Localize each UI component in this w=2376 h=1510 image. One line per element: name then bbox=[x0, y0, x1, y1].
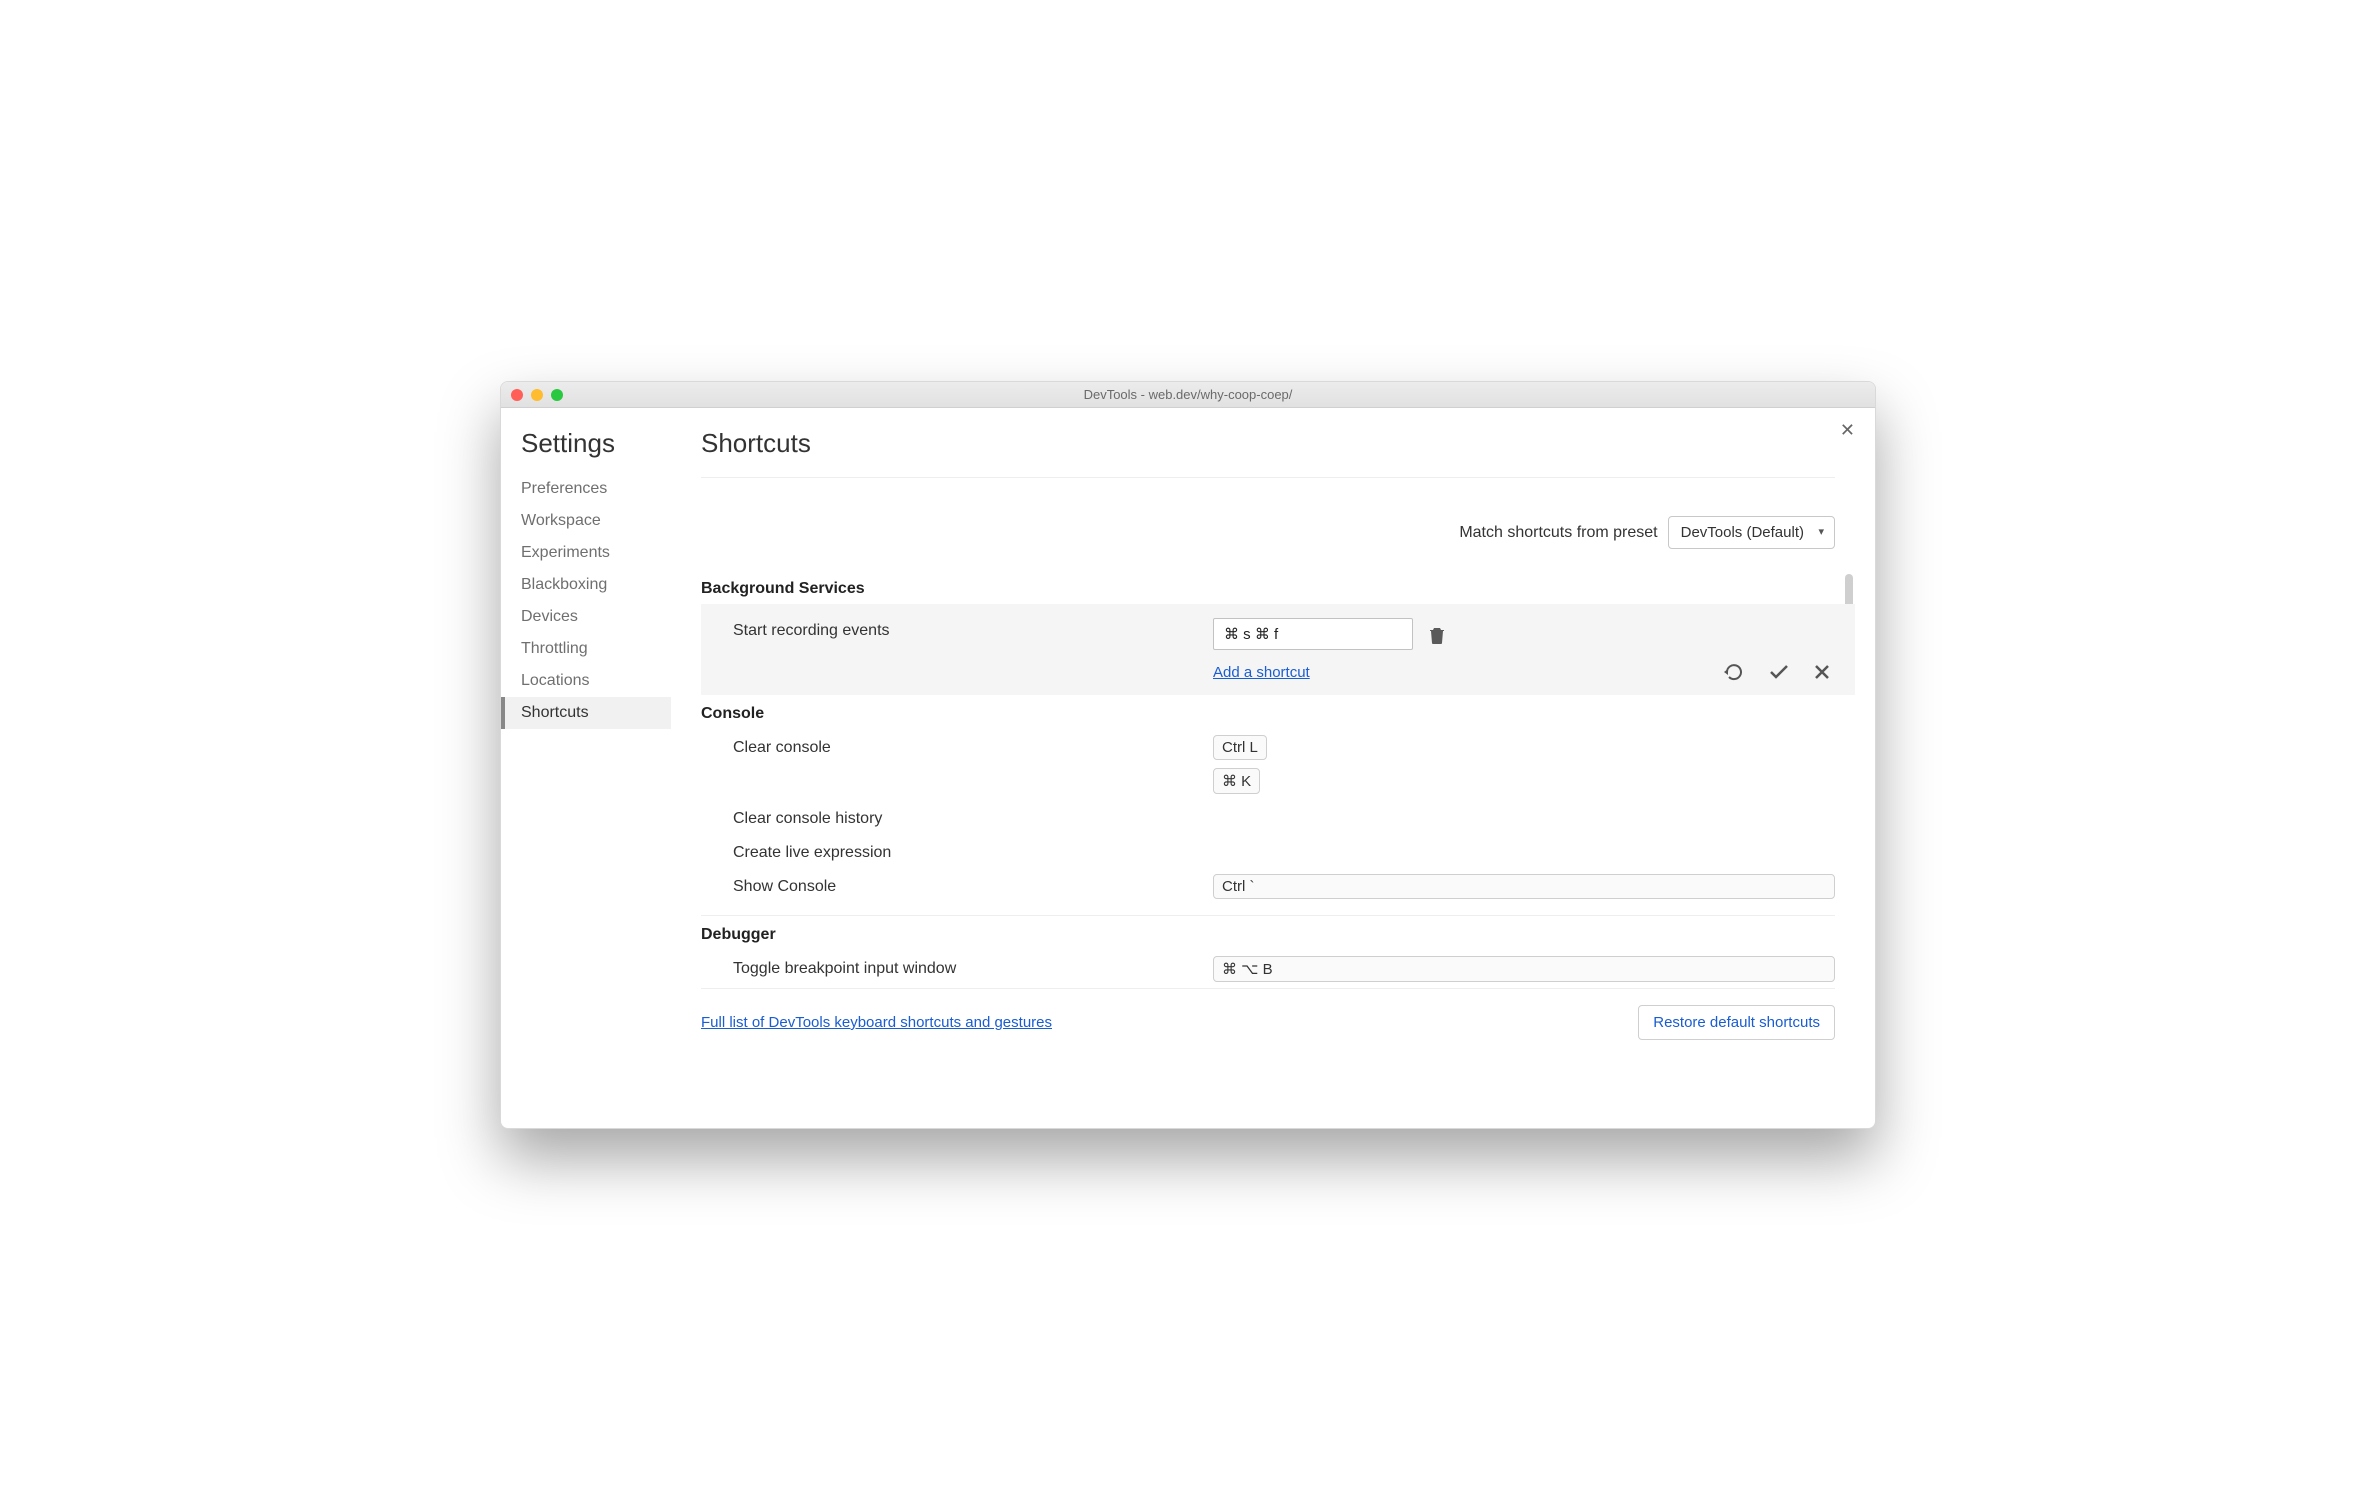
shortcut-label: Clear console history bbox=[733, 806, 1213, 828]
shortcut-label: Create live expression bbox=[733, 840, 1213, 862]
shortcut-list: Background Services Start recording even… bbox=[701, 569, 1855, 988]
window-title: DevTools - web.dev/why-coop-coep/ bbox=[511, 387, 1865, 402]
minimize-traffic-icon[interactable] bbox=[531, 389, 543, 401]
shortcut-row-clear-console-history: Clear console history bbox=[701, 800, 1835, 834]
preset-select[interactable]: DevTools (Default) bbox=[1668, 516, 1835, 549]
sidebar-item-shortcuts[interactable]: Shortcuts bbox=[501, 697, 671, 729]
shortcut-row-toggle-breakpoint-input: Toggle breakpoint input window ⌘ ⌥ B bbox=[701, 950, 1835, 988]
sidebar-item-blackboxing[interactable]: Blackboxing bbox=[521, 569, 671, 601]
undo-icon[interactable] bbox=[1723, 663, 1745, 681]
sidebar-item-locations[interactable]: Locations bbox=[521, 665, 671, 697]
close-traffic-icon[interactable] bbox=[511, 389, 523, 401]
shortcut-label: Clear console bbox=[733, 735, 1213, 757]
devtools-window: DevTools - web.dev/why-coop-coep/ ✕ Sett… bbox=[500, 381, 1876, 1129]
shortcut-label: Start recording events bbox=[733, 618, 1213, 640]
titlebar: DevTools - web.dev/why-coop-coep/ bbox=[501, 382, 1875, 408]
zoom-traffic-icon[interactable] bbox=[551, 389, 563, 401]
restore-defaults-button[interactable]: Restore default shortcuts bbox=[1638, 1005, 1835, 1040]
sidebar-item-preferences[interactable]: Preferences bbox=[521, 473, 671, 505]
footer: Full list of DevTools keyboard shortcuts… bbox=[701, 988, 1835, 1058]
sidebar-item-workspace[interactable]: Workspace bbox=[521, 505, 671, 537]
keycap: ⌘ ⌥ B bbox=[1213, 956, 1835, 982]
close-icon[interactable]: ✕ bbox=[1840, 420, 1855, 441]
page-title: Shortcuts bbox=[701, 428, 1835, 478]
keycap: Ctrl L bbox=[1213, 735, 1267, 760]
section-background-services: Background Services bbox=[701, 570, 1835, 604]
section-debugger: Debugger bbox=[701, 916, 1835, 950]
sidebar-item-throttling[interactable]: Throttling bbox=[521, 633, 671, 665]
keycap: Ctrl ` bbox=[1213, 874, 1835, 899]
confirm-icon[interactable] bbox=[1769, 663, 1789, 681]
shortcut-row-clear-console: Clear console Ctrl L ⌘ K bbox=[701, 729, 1835, 800]
sidebar-heading: Settings bbox=[521, 428, 671, 459]
full-shortcuts-link[interactable]: Full list of DevTools keyboard shortcuts… bbox=[701, 1014, 1052, 1031]
keycap: ⌘ K bbox=[1213, 768, 1260, 794]
cancel-icon[interactable] bbox=[1813, 663, 1831, 681]
section-console: Console bbox=[701, 695, 1835, 729]
shortcut-row-show-console: Show Console Ctrl ` bbox=[701, 868, 1835, 905]
shortcut-input[interactable]: ⌘ s ⌘ f bbox=[1213, 618, 1413, 650]
settings-sidebar: Settings Preferences Workspace Experimen… bbox=[501, 408, 671, 1128]
preset-label: Match shortcuts from preset bbox=[1459, 524, 1657, 542]
sidebar-item-devices[interactable]: Devices bbox=[521, 601, 671, 633]
sidebar-item-experiments[interactable]: Experiments bbox=[521, 537, 671, 569]
shortcut-label: Show Console bbox=[733, 874, 1213, 896]
shortcut-row-create-live-expression: Create live expression bbox=[701, 834, 1835, 868]
delete-shortcut-icon[interactable] bbox=[1429, 626, 1445, 644]
shortcut-label: Toggle breakpoint input window bbox=[733, 956, 1213, 978]
traffic-lights bbox=[511, 389, 563, 401]
shortcuts-panel: Shortcuts Match shortcuts from preset De… bbox=[671, 408, 1875, 1128]
shortcut-row-start-recording: Start recording events ⌘ s ⌘ f Add a sho… bbox=[701, 604, 1855, 695]
